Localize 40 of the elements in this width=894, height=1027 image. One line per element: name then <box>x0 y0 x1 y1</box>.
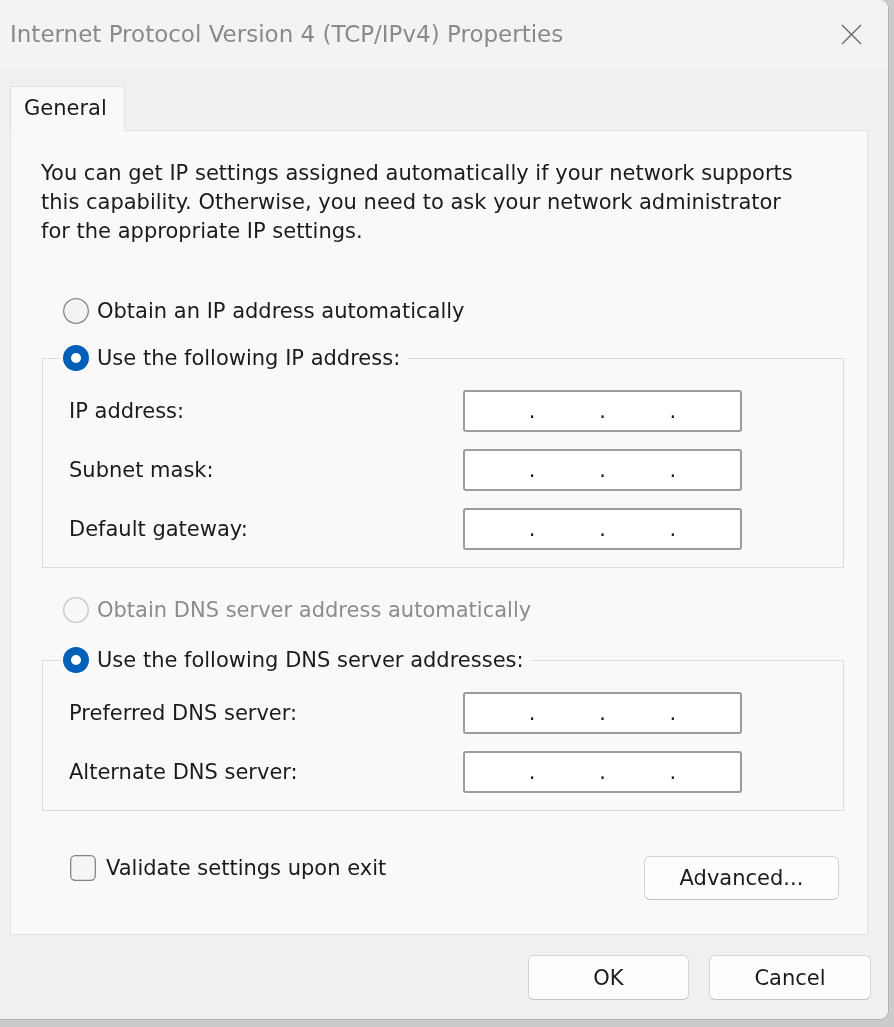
field-label: Alternate DNS server: <box>69 760 298 784</box>
radio-icon[interactable] <box>63 647 89 673</box>
radio-option[interactable]: Use the following DNS server addresses: <box>63 647 524 673</box>
octet-separator: . <box>528 517 536 541</box>
close-icon[interactable] <box>841 23 862 45</box>
radio-option[interactable]: Obtain an IP address automatically <box>63 298 465 324</box>
octet-separator: . <box>599 399 606 423</box>
octet-separator: . <box>599 701 606 725</box>
tab[interactable]: General <box>10 86 125 131</box>
advanced-button[interactable]: Advanced... <box>644 856 839 900</box>
checkbox-icon[interactable] <box>70 855 96 881</box>
address-field[interactable]: . . . <box>463 508 742 550</box>
address-field[interactable]: . . . <box>463 692 742 734</box>
octet-separator: . <box>528 399 536 423</box>
octet-separator: . <box>669 760 677 784</box>
octet-separator: . <box>528 701 536 725</box>
octet-separator: . <box>669 399 677 423</box>
octet-separator: . <box>599 760 606 784</box>
octet-separator: . <box>669 458 677 482</box>
octet-separator: . <box>528 760 536 784</box>
window-title: Internet Protocol Version 4 (TCP/IPv4) Properties <box>10 21 564 47</box>
octet-separator: . <box>599 458 606 482</box>
octet-separator: . <box>669 517 677 541</box>
checkbox-option[interactable]: Validate settings upon exit <box>70 855 387 881</box>
address-field[interactable]: . . . <box>463 449 742 491</box>
radio-option[interactable]: Use the following IP address: <box>63 345 401 371</box>
radio-icon[interactable] <box>63 345 89 371</box>
octet-separator: . <box>599 517 606 541</box>
radio-icon[interactable] <box>63 298 89 324</box>
field-label: Preferred DNS server: <box>69 701 298 725</box>
ok-button[interactable]: OK <box>528 955 689 1000</box>
octet-separator: . <box>669 701 677 725</box>
address-field[interactable]: . . . <box>463 390 742 432</box>
description-text: You can get IP settings assigned automatically if your network supports this capability. Otherwise, you need to ask your network administrator for the appropriate IP settings. <box>41 160 794 245</box>
address-field[interactable]: . . . <box>463 751 742 793</box>
field-label: Subnet mask: <box>69 458 214 482</box>
field-label: IP address: <box>69 399 185 423</box>
field-label: Default gateway: <box>69 517 248 541</box>
cancel-button[interactable]: Cancel <box>709 955 871 1000</box>
octet-separator: . <box>528 458 536 482</box>
